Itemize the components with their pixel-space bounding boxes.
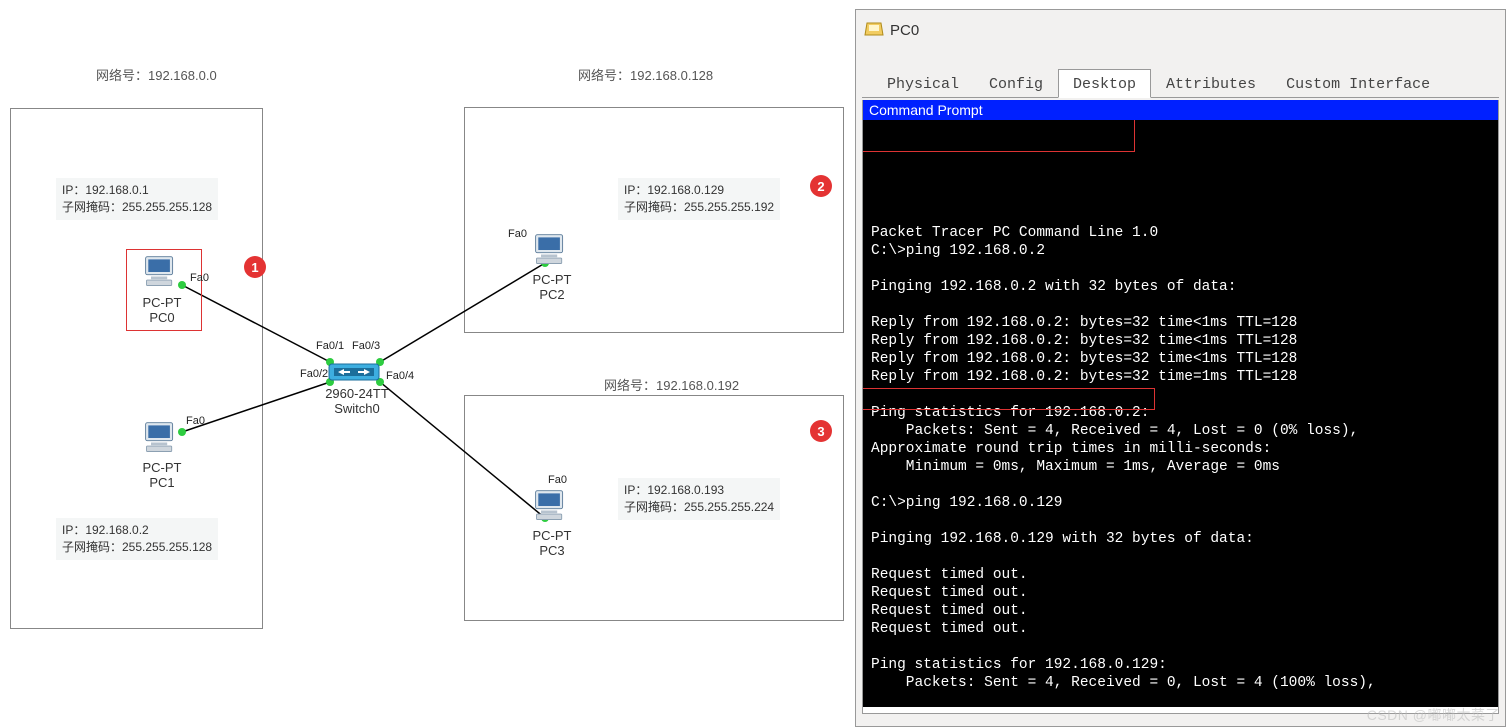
tab-physical[interactable]: Physical xyxy=(872,69,974,97)
pc2-icon[interactable] xyxy=(532,232,568,268)
annotation-marker-3: 3 xyxy=(810,420,832,442)
ip-info-pc0: IP：192.168.0.1 子网掩码：255.255.255.128 xyxy=(56,178,218,220)
tab-bar: Physical Config Desktop Attributes Custo… xyxy=(862,66,1499,98)
ip-info-pc2: IP：192.168.0.129 子网掩码：255.255.255.192 xyxy=(618,178,780,220)
tab-attributes[interactable]: Attributes xyxy=(1151,69,1271,97)
pc-icon xyxy=(864,20,884,40)
window-title: PC0 xyxy=(890,22,919,39)
command-prompt-output[interactable]: Packet Tracer PC Command Line 1.0 C:\>pi… xyxy=(863,120,1498,707)
pc0-config-window: PC0 Physical Config Desktop Attributes C… xyxy=(855,9,1506,727)
switch-icon[interactable] xyxy=(328,358,380,386)
ip-line: IP：192.168.0.193 xyxy=(624,482,774,499)
pc3-label: PC-PT PC3 xyxy=(522,528,582,558)
pc0-label: PC-PT PC0 xyxy=(132,295,192,325)
net-label-2: 网络号：192.168.0.192 xyxy=(604,375,739,394)
pc1-label: PC-PT PC1 xyxy=(132,460,192,490)
sw-port-3: Fa0/3 xyxy=(352,340,380,352)
sw-port-1: Fa0/1 xyxy=(316,340,344,352)
net-label-0: 网络号：192.168.0.0 xyxy=(96,65,217,84)
ip-line: IP：192.168.0.129 xyxy=(624,182,774,199)
switch-label: 2960-24TT Switch0 xyxy=(312,386,402,416)
annotation-marker-1: 1 xyxy=(244,256,266,278)
pc0-port: Fa0 xyxy=(190,272,209,284)
command-prompt-title: Command Prompt xyxy=(863,100,1498,120)
pc0-icon[interactable] xyxy=(142,254,178,290)
pc2-label: PC-PT PC2 xyxy=(522,272,582,302)
mask-line: 子网掩码：255.255.255.128 xyxy=(62,199,212,216)
tab-desktop[interactable]: Desktop xyxy=(1058,69,1151,98)
tab-custom-interface[interactable]: Custom Interface xyxy=(1271,69,1445,97)
pc2-port: Fa0 xyxy=(508,228,527,240)
mask-line: 子网掩码：255.255.255.192 xyxy=(624,199,774,216)
mask-line: 子网掩码：255.255.255.128 xyxy=(62,539,212,556)
ping-cmd-highlight-2 xyxy=(863,388,1155,410)
ip-info-pc3: IP：192.168.0.193 子网掩码：255.255.255.224 xyxy=(618,478,780,520)
desktop-panel: Command Prompt Packet Tracer PC Command … xyxy=(862,100,1499,714)
annotation-marker-2: 2 xyxy=(810,175,832,197)
pc3-icon[interactable] xyxy=(532,488,568,524)
ping-cmd-highlight-1 xyxy=(863,120,1135,152)
link-dot xyxy=(178,428,186,436)
ip-line: IP：192.168.0.1 xyxy=(62,182,212,199)
sw-port-2: Fa0/2 xyxy=(300,368,328,380)
ip-info-pc1: IP：192.168.0.2 子网掩码：255.255.255.128 xyxy=(56,518,218,560)
pc1-port: Fa0 xyxy=(186,415,205,427)
network-topology: 网络号：192.168.0.0 网络号：192.168.0.128 网络号：19… xyxy=(0,0,855,727)
tab-config[interactable]: Config xyxy=(974,69,1058,97)
pc3-port: Fa0 xyxy=(548,474,567,486)
net-box-1 xyxy=(464,107,844,333)
pc1-icon[interactable] xyxy=(142,420,178,456)
sw-port-4: Fa0/4 xyxy=(386,370,414,382)
window-title-bar[interactable]: PC0 xyxy=(856,10,1505,50)
ip-line: IP：192.168.0.2 xyxy=(62,522,212,539)
net-label-1: 网络号：192.168.0.128 xyxy=(578,65,713,84)
mask-line: 子网掩码：255.255.255.224 xyxy=(624,499,774,516)
